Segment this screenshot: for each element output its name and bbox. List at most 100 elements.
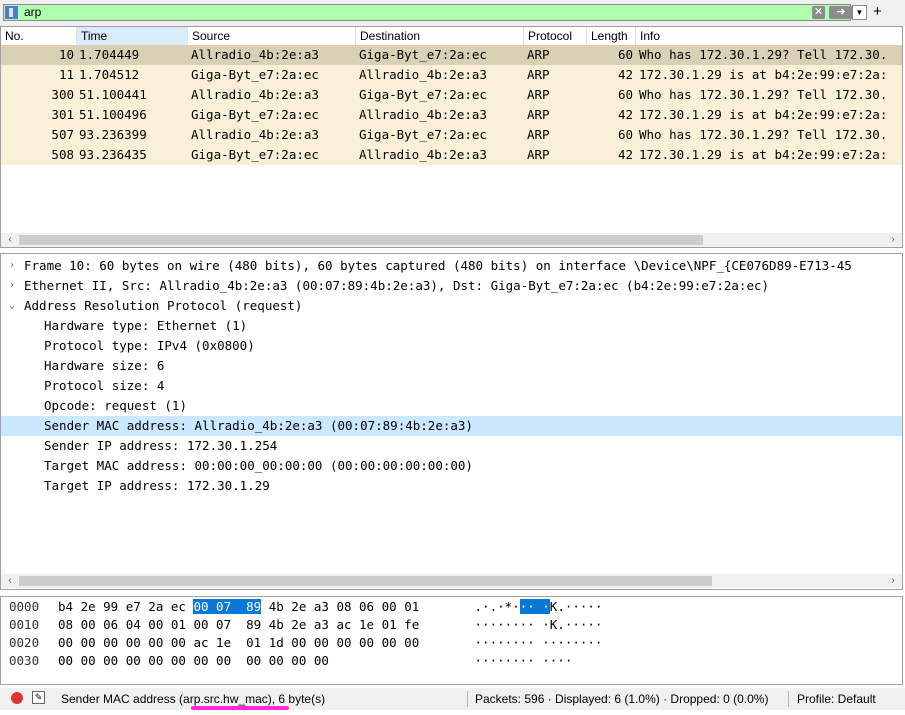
byte-ascii[interactable]: .·.·*··· ·K.·····: [467, 598, 602, 616]
packet-row[interactable]: 507 93.236399 Allradio_4b:2e:a3 Giga-Byt_e7…: [1, 125, 902, 145]
filter-text[interactable]: arp: [24, 5, 41, 20]
details-scrollbar[interactable]: ‹ ›: [1, 574, 902, 588]
byte-row: 0010 08 00 06 04 00 01 00 07 89 4b 2e a3 …: [1, 616, 902, 634]
packet-bytes: 0000 b4 2e 99 e7 2a ec 00 07 89 4b 2e a3 …: [0, 596, 903, 685]
detail-tree-item[interactable]: Target MAC address: 00:00:00_00:00:00 (0…: [1, 456, 902, 476]
detail-tree-label: Hardware type: Ethernet (1): [44, 318, 248, 333]
scroll-thumb[interactable]: [19, 235, 703, 245]
detail-tree-item[interactable]: Protocol size: 4: [1, 376, 902, 396]
detail-tree-label: Frame 10: 60 bytes on wire (480 bits), 6…: [24, 258, 852, 273]
scroll-right-icon[interactable]: ›: [886, 233, 900, 247]
detail-tree-item[interactable]: Hardware type: Ethernet (1): [1, 316, 902, 336]
packet-list: No. Time Source Destination Protocol Len…: [0, 26, 903, 248]
chevron-right-icon[interactable]: ›: [7, 256, 17, 276]
packet-cell-no: 508: [51, 147, 74, 162]
byte-offset: 0030: [9, 653, 40, 668]
byte-hex-part: 00 00 00 00 00 00 ac 1e 01 1d 00 00 00 0…: [58, 635, 420, 650]
packet-row[interactable]: 11 1.704512 Giga-Byt_e7:2a:ec Allradio_4b:2…: [1, 65, 902, 85]
detail-tree-item[interactable]: Hardware size: 6: [1, 356, 902, 376]
packet-cell-dst: Giga-Byt_e7:2a:ec: [359, 47, 487, 62]
detail-tree-item[interactable]: Target IP address: 172.30.1.29: [1, 476, 902, 496]
packet-row[interactable]: 300 51.100441 Allradio_4b:2e:a3 Giga-Byt_e7…: [1, 85, 902, 105]
edit-icon[interactable]: ✎: [32, 691, 45, 704]
column-length[interactable]: Length: [587, 27, 636, 45]
status-bar: ✎ Sender MAC address (arp.src.hw_mac), 6…: [0, 688, 905, 710]
packet-cell-len: 42: [617, 147, 633, 162]
packet-row[interactable]: 10 1.704449 Allradio_4b:2e:a3 Giga-Byt_e7:2…: [1, 45, 902, 65]
byte-hex[interactable]: 00 00 00 00 00 00 00 00 00 00 00 00: [58, 652, 329, 670]
apply-arrow-icon[interactable]: ➜: [829, 6, 853, 19]
packet-cell-info: 172.30.1.29 is at b4:2e:99:e7:2a:: [639, 67, 888, 82]
packet-cell-no: 11: [58, 67, 74, 82]
packet-cell-len: 60: [617, 87, 633, 102]
packet-cell-proto: ARP: [527, 147, 550, 162]
detail-tree-item[interactable]: ⌄ Address Resolution Protocol (request): [1, 296, 902, 316]
packet-cell-time: 93.236435: [79, 147, 147, 162]
bookmark-icon[interactable]: [5, 6, 18, 19]
packet-details: › Frame 10: 60 bytes on wire (480 bits), …: [0, 253, 903, 590]
scroll-thumb[interactable]: [19, 576, 712, 586]
scroll-right-icon[interactable]: ›: [886, 574, 900, 588]
packet-cell-proto: ARP: [527, 47, 550, 62]
packet-cell-dst: Allradio_4b:2e:a3: [359, 107, 487, 122]
packet-cell-src: Allradio_4b:2e:a3: [191, 47, 319, 62]
column-destination[interactable]: Destination: [356, 27, 524, 45]
byte-offset: 0010: [9, 617, 40, 632]
chevron-right-icon[interactable]: ›: [7, 276, 17, 296]
stop-icon[interactable]: [11, 692, 23, 704]
byte-ascii-part: ········ ········: [467, 635, 603, 650]
display-filter-bar: arp ✕ ➜ ▼ +: [0, 0, 905, 26]
scroll-left-icon[interactable]: ‹: [3, 233, 17, 247]
detail-tree-item[interactable]: › Ethernet II, Src: Allradio_4b:2e:a3 (00…: [1, 276, 902, 296]
column-info[interactable]: Info: [636, 27, 902, 45]
byte-hex[interactable]: 08 00 06 04 00 01 00 07 89 4b 2e a3 ac 1…: [58, 616, 419, 634]
packet-cell-no: 300: [51, 87, 74, 102]
byte-ascii-part: K.·····: [549, 599, 603, 614]
detail-tree-item[interactable]: › Frame 10: 60 bytes on wire (480 bits), …: [1, 256, 902, 276]
packet-cell-proto: ARP: [527, 127, 550, 142]
byte-hex[interactable]: b4 2e 99 e7 2a ec 00 07 89 4b 2e a3 08 0…: [58, 598, 419, 616]
packet-cell-src: Giga-Byt_e7:2a:ec: [191, 147, 319, 162]
column-protocol[interactable]: Protocol: [524, 27, 587, 45]
packet-cell-info: Who has 172.30.1.29? Tell 172.30.: [639, 127, 888, 142]
packet-cell-len: 42: [617, 107, 633, 122]
packet-cell-src: Allradio_4b:2e:a3: [191, 87, 319, 102]
detail-tree-item[interactable]: Protocol type: IPv4 (0x0800): [1, 336, 902, 356]
packet-cell-len: 60: [617, 47, 633, 62]
status-packet-counts: Packets: 596 · Displayed: 6 (1.0%) · Dro…: [475, 692, 769, 706]
byte-hex[interactable]: 00 00 00 00 00 00 ac 1e 01 1d 00 00 00 0…: [58, 634, 419, 652]
packet-list-scrollbar[interactable]: ‹ ›: [1, 233, 902, 247]
byte-hex-selected: 00 07 89: [193, 599, 262, 614]
byte-row: 0030 00 00 00 00 00 00 00 00 00 00 00 00 …: [1, 652, 902, 670]
plus-icon[interactable]: +: [873, 3, 882, 21]
packet-cell-info: 172.30.1.29 is at b4:2e:99:e7:2a:: [639, 107, 888, 122]
packet-row[interactable]: 508 93.236435 Giga-Byt_e7:2a:ec Allradio_4b…: [1, 145, 902, 165]
detail-tree-item[interactable]: Sender IP address: 172.30.1.254: [1, 436, 902, 456]
column-time[interactable]: Time: [77, 27, 188, 45]
clear-icon[interactable]: ✕: [812, 6, 825, 19]
scroll-left-icon[interactable]: ‹: [3, 574, 17, 588]
detail-tree-item[interactable]: Opcode: request (1): [1, 396, 902, 416]
byte-ascii[interactable]: ········ ····: [467, 652, 573, 670]
packet-cell-no: 10: [58, 47, 74, 62]
byte-hex-part: 00 00 00 00 00 00 00 00 00 00 00 00: [58, 653, 329, 668]
column-source[interactable]: Source: [188, 27, 356, 45]
packet-cell-dst: Giga-Byt_e7:2a:ec: [359, 127, 487, 142]
column-no[interactable]: No.: [1, 27, 77, 45]
packet-row[interactable]: 301 51.100496 Giga-Byt_e7:2a:ec Allradio_4b…: [1, 105, 902, 125]
chevron-down-icon[interactable]: ⌄: [7, 296, 17, 316]
byte-ascii[interactable]: ········ ········: [467, 634, 603, 652]
status-profile[interactable]: Profile: Default: [797, 688, 876, 710]
packet-cell-dst: Allradio_4b:2e:a3: [359, 67, 487, 82]
dropdown-icon[interactable]: ▼: [852, 5, 867, 20]
status-divider: [788, 691, 789, 707]
packet-cell-time: 1.704512: [79, 67, 140, 82]
byte-hex-part: 08 00 06 04 00 01 00 07 89 4b 2e a3 ac 1…: [58, 617, 420, 632]
byte-ascii-part: .·.·*·: [467, 599, 520, 614]
byte-hex-part: 4b 2e a3 08 06 00 01: [261, 599, 420, 614]
detail-tree-label: Protocol size: 4: [44, 378, 165, 393]
byte-row: 0000 b4 2e 99 e7 2a ec 00 07 89 4b 2e a3 …: [1, 598, 902, 616]
detail-tree-item[interactable]: Sender MAC address: Allradio_4b:2e:a3 (0…: [1, 416, 902, 436]
display-filter-input[interactable]: arp ✕ ➜: [3, 4, 853, 21]
byte-ascii[interactable]: ········ ·K.·····: [467, 616, 603, 634]
